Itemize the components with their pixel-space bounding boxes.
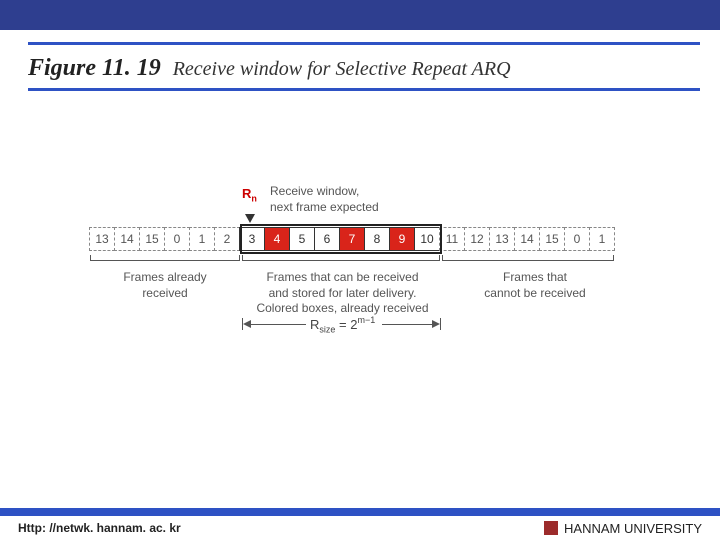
sequence-cell: 13 <box>489 227 515 251</box>
divider-top <box>28 42 700 45</box>
sequence-cell: 14 <box>114 227 140 251</box>
frames-window-label: Frames that can be received and stored f… <box>240 270 445 317</box>
sequence-cell: 8 <box>364 227 390 251</box>
header-area: Figure 11. 19 Receive window for Selecti… <box>0 30 720 91</box>
sequence-cell: 7 <box>339 227 365 251</box>
university-name: HANNAM UNIVERSITY <box>564 521 702 536</box>
figure-heading: Figure 11. 19 Receive window for Selecti… <box>28 55 700 82</box>
frames-already-received-label: Frames already received <box>100 270 230 301</box>
rn-arrow-icon <box>245 214 255 223</box>
dim-line-right <box>382 324 434 325</box>
rsize-sub: size <box>319 325 335 335</box>
rn-letter: R <box>242 186 251 201</box>
topbar <box>0 0 720 30</box>
sequence-cell: 6 <box>314 227 340 251</box>
sequence-cell: 1 <box>189 227 215 251</box>
divider-bottom <box>28 88 700 91</box>
rn-sub: n <box>251 194 257 204</box>
sequence-cell: 1 <box>589 227 615 251</box>
sequence-cell: 9 <box>389 227 415 251</box>
sequence-cell: 15 <box>539 227 565 251</box>
sequence-cell: 0 <box>164 227 190 251</box>
university-logo-icon <box>544 521 558 535</box>
sequence-cell: 3 <box>239 227 265 251</box>
rsize-r: R <box>310 317 319 332</box>
sequence-cell: 13 <box>89 227 115 251</box>
dim-arrow-left-icon <box>243 320 251 328</box>
bracket-right <box>442 260 614 266</box>
sequence-cell: 15 <box>139 227 165 251</box>
sequence-cell: 11 <box>439 227 465 251</box>
footer: Http: //netwk. hannam. ac. kr HANNAM UNI… <box>0 516 720 540</box>
bracket-left <box>90 260 240 266</box>
bottom-divider <box>0 508 720 516</box>
cells-row: 131415012345678910111213141501 <box>90 227 615 251</box>
sequence-cell: 0 <box>564 227 590 251</box>
receive-window-label: Receive window, next frame expected <box>270 184 379 215</box>
sequence-cell: 10 <box>414 227 440 251</box>
sequence-cell: 12 <box>464 227 490 251</box>
dim-arrow-right-icon <box>432 320 440 328</box>
sequence-cell: 5 <box>289 227 315 251</box>
bottombar: Http: //netwk. hannam. ac. kr HANNAM UNI… <box>0 508 720 540</box>
rsize-eq: = 2 <box>335 317 357 332</box>
sequence-cell: 14 <box>514 227 540 251</box>
rsize-formula: Rsize = 2m−1 <box>310 317 375 335</box>
bracket-mid <box>242 260 440 266</box>
sequence-cell: 2 <box>214 227 240 251</box>
figure-title: Receive window for Selective Repeat ARQ <box>173 58 511 81</box>
footer-url: Http: //netwk. hannam. ac. kr <box>18 521 181 535</box>
footer-university: HANNAM UNIVERSITY <box>544 521 702 536</box>
rn-pointer-label: Rn <box>242 186 257 204</box>
dim-line-left <box>251 324 306 325</box>
rsize-exp: m−1 <box>357 315 375 325</box>
dim-tick-right <box>440 318 441 330</box>
frames-cannot-label: Frames that cannot be received <box>460 270 610 301</box>
sequence-cell: 4 <box>264 227 290 251</box>
figure-number: Figure 11. 19 <box>28 55 161 82</box>
